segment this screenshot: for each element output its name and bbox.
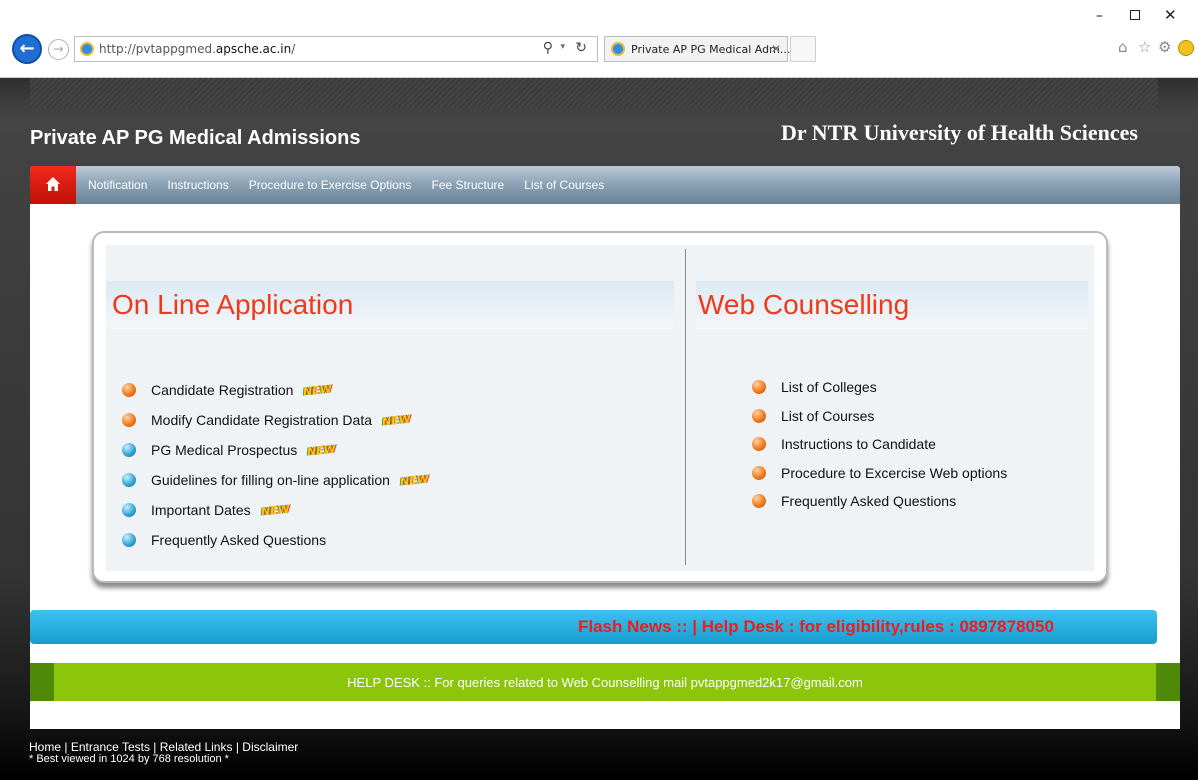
site-title: Private AP PG Medical Admissions (30, 127, 361, 149)
list-item[interactable]: List of Colleges (752, 373, 1007, 402)
orange-bullet-icon (752, 437, 766, 452)
list-item[interactable]: Guidelines for filling on-line applicati… (122, 465, 429, 495)
address-bar[interactable]: http://pvtappgmed.apsche.ac.in/ ⚲ ▾ ↻ (74, 36, 598, 62)
nav-procedure-options[interactable]: Procedure to Exercise Options (249, 178, 412, 192)
new-badge-icon: NEW (260, 502, 291, 518)
modify-registration-link[interactable]: Modify Candidate Registration Data (151, 412, 372, 428)
footer-disclaimer-link[interactable]: Disclaimer (242, 740, 298, 754)
blue-bullet-icon (122, 443, 136, 457)
list-of-colleges-link[interactable]: List of Colleges (781, 379, 877, 395)
url-domain: apsche.ac.in (215, 42, 292, 56)
counselling-faq-link[interactable]: Frequently Asked Questions (781, 493, 956, 509)
footer-entrance-tests-link[interactable]: Entrance Tests (71, 740, 150, 754)
search-icon[interactable]: ⚲ (543, 40, 553, 56)
instructions-to-candidate-link[interactable]: Instructions to Candidate (781, 436, 936, 452)
list-item[interactable]: List of Courses (752, 402, 1007, 431)
tab-title: Private AP PG Medical Adm... (631, 43, 791, 56)
online-application-title: On Line Application (112, 289, 354, 320)
new-badge-icon: NEW (399, 472, 430, 488)
procedure-web-options-link[interactable]: Procedure to Excercise Web options (781, 465, 1007, 481)
footer-separator: | (232, 740, 243, 754)
url-suffix: / (291, 42, 296, 56)
helpdesk-text: HELP DESK :: For queries related to Web … (347, 675, 863, 690)
options-panel-inner: On Line Application Web Counselling Cand… (106, 245, 1094, 571)
footer-related-links-link[interactable]: Related Links (160, 740, 233, 754)
faq-link[interactable]: Frequently Asked Questions (151, 532, 326, 548)
flash-news-bar: Flash News :: | Help Desk : for eligibil… (30, 610, 1157, 644)
maximize-icon[interactable] (1130, 10, 1140, 20)
new-tab-button[interactable] (790, 36, 816, 62)
list-item[interactable]: Important Dates NEW (122, 495, 429, 525)
url-prefix: http://pvtappgmed. (99, 42, 216, 56)
chevron-down-icon[interactable]: ▾ (560, 42, 565, 52)
orange-bullet-icon (122, 413, 136, 427)
page-body: Private AP PG Medical Admissions Dr NTR … (0, 78, 1198, 780)
orange-bullet-icon (122, 383, 136, 397)
nav-instructions[interactable]: Instructions (167, 178, 228, 192)
refresh-icon[interactable]: ↻ (575, 40, 587, 56)
nav-fee-structure[interactable]: Fee Structure (431, 178, 504, 192)
footer-home-link[interactable]: Home (29, 740, 61, 754)
home-button[interactable] (30, 166, 76, 204)
url-text[interactable]: http://pvtappgmed.apsche.ac.in/ (99, 42, 295, 56)
web-counselling-links: List of Colleges List of Courses Instruc… (752, 373, 1007, 516)
blue-bullet-icon (122, 533, 136, 547)
browser-tab[interactable]: Private AP PG Medical Adm... ✕ (604, 36, 791, 62)
important-dates-link[interactable]: Important Dates (151, 502, 251, 518)
list-item[interactable]: PG Medical Prospectus NEW (122, 435, 429, 465)
list-item[interactable]: Modify Candidate Registration Data NEW (122, 405, 429, 435)
list-item[interactable]: Instructions to Candidate (752, 430, 1007, 459)
tab-close-icon[interactable]: ✕ (771, 42, 781, 56)
list-item[interactable]: Procedure to Excercise Web options (752, 459, 1007, 488)
flash-news-text: Flash News :: | Help Desk : for eligibil… (578, 617, 1054, 636)
web-counselling-title: Web Counselling (698, 289, 910, 320)
footer-separator: | (61, 740, 71, 754)
close-icon[interactable]: ✕ (1164, 6, 1177, 24)
candidate-registration-link[interactable]: Candidate Registration (151, 382, 293, 398)
internet-explorer-icon (80, 42, 94, 56)
feedback-smiley-icon[interactable] (1178, 40, 1194, 56)
guidelines-link[interactable]: Guidelines for filling on-line applicati… (151, 472, 390, 488)
orange-bullet-icon (752, 380, 766, 395)
nav-items: Notification Instructions Procedure to E… (88, 178, 604, 192)
header-stripe (30, 78, 1158, 108)
prospectus-link[interactable]: PG Medical Prospectus (151, 442, 297, 458)
minimize-icon[interactable]: – (1096, 8, 1103, 24)
back-arrow-icon: ← (19, 38, 35, 59)
list-item[interactable]: Frequently Asked Questions (122, 525, 429, 555)
orange-bullet-icon (752, 494, 766, 509)
orange-bullet-icon (752, 408, 766, 423)
browser-chrome: ← → http://pvtappgmed.apsche.ac.in/ ⚲ ▾ … (0, 0, 1198, 78)
list-item[interactable]: Candidate Registration NEW (122, 375, 429, 405)
blue-bullet-icon (122, 473, 136, 487)
options-panel: On Line Application Web Counselling Cand… (92, 231, 1108, 583)
list-item[interactable]: Frequently Asked Questions (752, 487, 1007, 516)
footer-separator: | (149, 740, 160, 754)
home-icon[interactable]: ⌂ (1118, 38, 1128, 56)
home-icon (46, 177, 60, 191)
footer-resolution-note: * Best viewed in 1024 by 768 resolution … (29, 753, 229, 765)
settings-gear-icon[interactable]: ⚙ (1158, 38, 1171, 56)
blue-bullet-icon (122, 503, 136, 517)
orange-bullet-icon (752, 465, 766, 480)
helpdesk-bar: HELP DESK :: For queries related to Web … (30, 663, 1180, 701)
nav-notification[interactable]: Notification (88, 178, 147, 192)
university-title: Dr NTR University of Health Sciences (780, 120, 1138, 145)
new-badge-icon: NEW (306, 442, 337, 458)
new-badge-icon: NEW (302, 382, 333, 398)
footer-links: Home | Entrance Tests | Related Links | … (29, 740, 298, 754)
main-nav: Notification Instructions Procedure to E… (30, 166, 1180, 204)
main-content: On Line Application Web Counselling Cand… (30, 204, 1180, 729)
column-divider (685, 249, 686, 565)
online-application-links: Candidate Registration NEW Modify Candida… (122, 375, 429, 555)
forward-button[interactable]: → (48, 39, 69, 60)
back-button[interactable]: ← (12, 34, 42, 64)
favorites-star-icon[interactable]: ☆ (1138, 38, 1151, 56)
new-badge-icon: NEW (381, 412, 412, 428)
forward-arrow-icon: → (53, 42, 64, 56)
list-of-courses-link[interactable]: List of Courses (781, 408, 874, 424)
nav-list-of-courses[interactable]: List of Courses (524, 178, 604, 192)
tab-favicon-icon (611, 42, 625, 56)
